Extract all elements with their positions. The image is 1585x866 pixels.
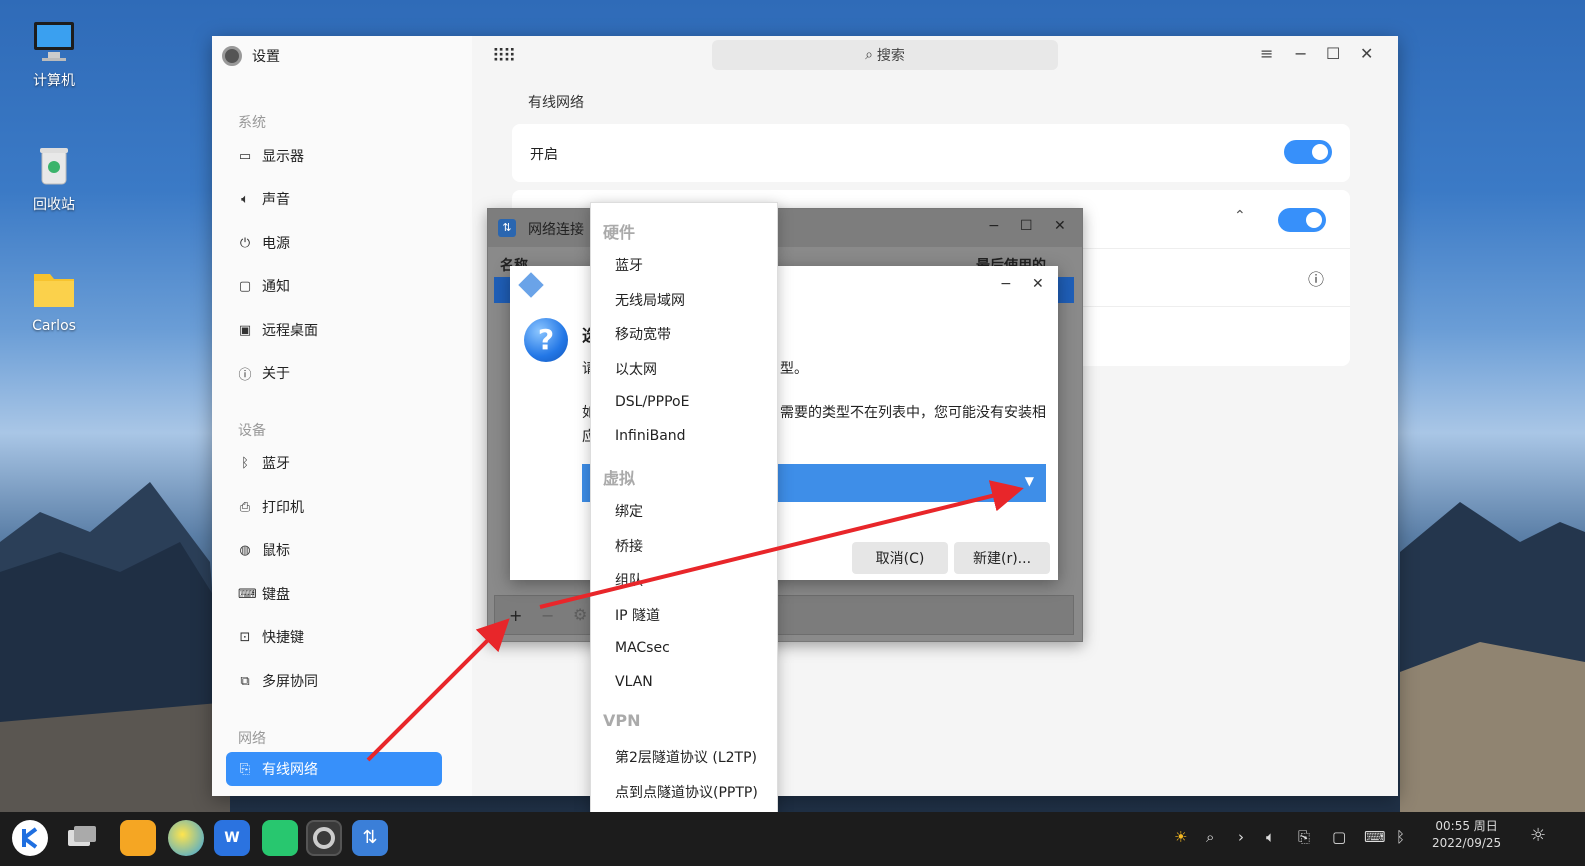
bluetooth-icon[interactable]: ᛒ: [1396, 828, 1405, 846]
file-manager-icon[interactable]: [120, 820, 156, 856]
network-manager-app-icon[interactable]: ⇅: [352, 820, 388, 856]
chat-app-icon[interactable]: [262, 820, 298, 856]
network-status-icon[interactable]: ⎘: [1298, 828, 1310, 846]
wps-icon[interactable]: W: [214, 820, 250, 856]
search-icon[interactable]: ⌕: [1206, 828, 1214, 846]
brightness-icon[interactable]: ☀: [1174, 828, 1187, 846]
annotation-arrows: [366, 480, 1024, 762]
notification-icon[interactable]: ▢: [1332, 828, 1346, 846]
clock-date: 2022/09/25: [1432, 836, 1502, 850]
keyboard-icon[interactable]: ⌨: [1364, 828, 1386, 846]
night-mode-icon[interactable]: ☼: [1530, 825, 1546, 846]
chevron-right-icon[interactable]: ›: [1238, 828, 1244, 846]
clock-time: 00:55 周日: [1435, 819, 1498, 833]
arrow-to-add-button: [366, 618, 510, 762]
multitask-view-icon[interactable]: [64, 820, 100, 856]
clock[interactable]: 00:55 周日 2022/09/25: [1432, 818, 1501, 852]
browser-icon[interactable]: [168, 820, 204, 856]
settings-app-icon[interactable]: [306, 820, 342, 856]
arrow-to-type-combo: [539, 480, 1024, 609]
start-menu-icon[interactable]: [12, 820, 48, 856]
taskbar: W ⇅ ☀ ⌕ › 🔈︎ ⎘ ▢ ⌨ ᛒ 00:55 周日 2022/09/25…: [0, 812, 1585, 866]
volume-icon[interactable]: 🔈︎: [1266, 828, 1275, 846]
